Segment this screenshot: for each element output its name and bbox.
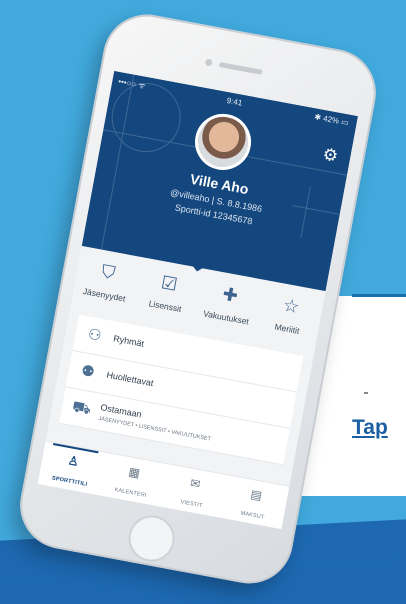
star-icon: ☆ bbox=[281, 294, 302, 318]
phone-mockup: ⚙ Ville Aho @villeaho | S. 8.8.1986 Spor… bbox=[12, 7, 384, 591]
calendar-icon: ▦ bbox=[127, 464, 142, 481]
group-icon: ⚇ bbox=[86, 325, 103, 345]
medical-cross-icon: ✚ bbox=[221, 283, 240, 307]
cart-icon: ⛟ bbox=[70, 398, 93, 419]
shield-icon: ⛉ bbox=[99, 261, 117, 284]
tile-label: Vakuutukset bbox=[202, 308, 250, 327]
background-accent-line bbox=[352, 294, 406, 297]
tab-label: SPORTTITILI bbox=[51, 475, 88, 488]
background-link[interactable]: Tap bbox=[352, 416, 388, 440]
battery-indicator: ✱ 42% ▭ bbox=[313, 112, 350, 128]
tile-meriitit[interactable]: ☆ Meriitit bbox=[254, 284, 325, 350]
list-item-label: Ryhmät bbox=[112, 333, 145, 349]
person-icon: ♙ bbox=[66, 453, 80, 469]
list-item-label: Huollettavat bbox=[105, 369, 155, 389]
tab-label: VIESTIT bbox=[180, 499, 203, 510]
gear-icon[interactable]: ⚙ bbox=[319, 144, 342, 167]
tile-label: Jäsenyydet bbox=[82, 286, 127, 304]
list-item-sublabel: JÄSENYYDET • LISENSSIT • VAKUUTUKSET bbox=[97, 415, 212, 443]
tile-label: Meriitit bbox=[273, 321, 301, 336]
license-icon: ☑ bbox=[159, 272, 180, 295]
tile-label: Lisenssit bbox=[147, 298, 183, 315]
tile-jasenyydet[interactable]: ⛉ Jäsenyydet bbox=[71, 250, 142, 316]
background-mark bbox=[364, 392, 368, 394]
tile-vakuutukset[interactable]: ✚ Vakuutukset bbox=[193, 272, 264, 338]
wallet-icon: ▤ bbox=[249, 486, 264, 503]
tab-label: KALENTERI bbox=[114, 487, 147, 499]
tab-label: MAKSUT bbox=[240, 510, 265, 521]
envelope-icon: ✉ bbox=[189, 475, 202, 492]
tile-lisenssit[interactable]: ☑ Lisenssit bbox=[132, 261, 203, 327]
dependents-icon: ⚉ bbox=[79, 362, 97, 382]
